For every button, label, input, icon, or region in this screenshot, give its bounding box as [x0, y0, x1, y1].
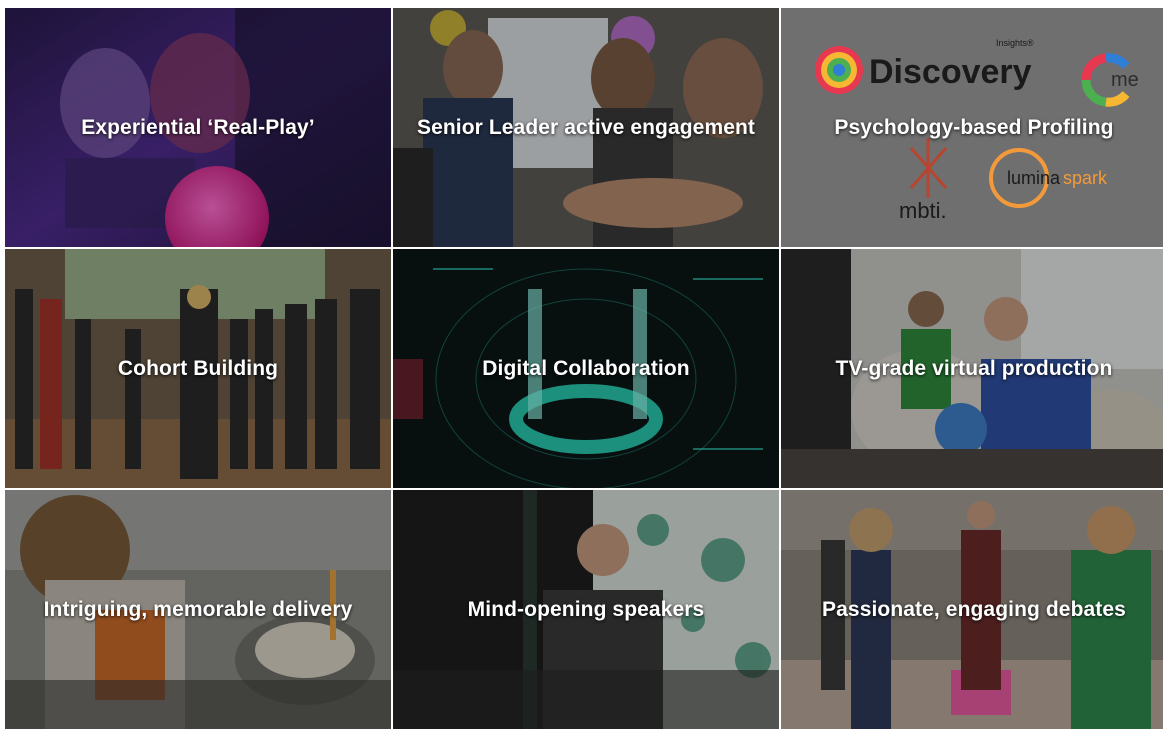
tile-digital[interactable]: Digital Collaboration [393, 249, 779, 488]
discovery-logo-mark [815, 46, 863, 94]
tile-delivery[interactable]: Intriguing, memorable delivery [5, 490, 391, 729]
mbti-logo-text: mbti. [899, 198, 947, 223]
tile-caption: Cohort Building [117, 356, 279, 380]
lumina-logo-text: lumina [1007, 168, 1061, 188]
tile-caption: Experiential ‘Real-Play’ [81, 115, 315, 139]
tile-caption: Psychology-based Profiling [834, 115, 1114, 139]
tile-caption: Passionate, engaging debates [822, 597, 1126, 621]
cme-logo-text: me [1111, 69, 1139, 91]
tile-caption: Senior Leader active engagement [416, 115, 756, 139]
spark-logo-text: spark [1063, 168, 1108, 188]
tile-debates[interactable]: Passionate, engaging debates [781, 490, 1163, 729]
tile-caption: Digital Collaboration [482, 356, 690, 380]
tile-caption: Intriguing, memorable delivery [43, 597, 353, 621]
tile-profiling[interactable]: Discovery Insights® me mbti. lumina spar… [781, 8, 1163, 247]
tile-tv-grade[interactable]: TV-grade virtual production [781, 249, 1163, 488]
feature-grid: Experiential ‘Real-Play’ Senior Leader a… [5, 8, 1163, 729]
tile-caption: Mind-opening speakers [467, 597, 705, 621]
tile-senior-leader[interactable]: Senior Leader active engagement [393, 8, 779, 247]
tile-caption: TV-grade virtual production [835, 356, 1113, 380]
discovery-logo-text: Discovery [869, 53, 1032, 91]
tile-speakers[interactable]: Mind-opening speakers [393, 490, 779, 729]
tile-cohort[interactable]: Cohort Building [5, 249, 391, 488]
insights-logo-text: Insights® [996, 38, 1034, 48]
tile-real-play[interactable]: Experiential ‘Real-Play’ [5, 8, 391, 247]
